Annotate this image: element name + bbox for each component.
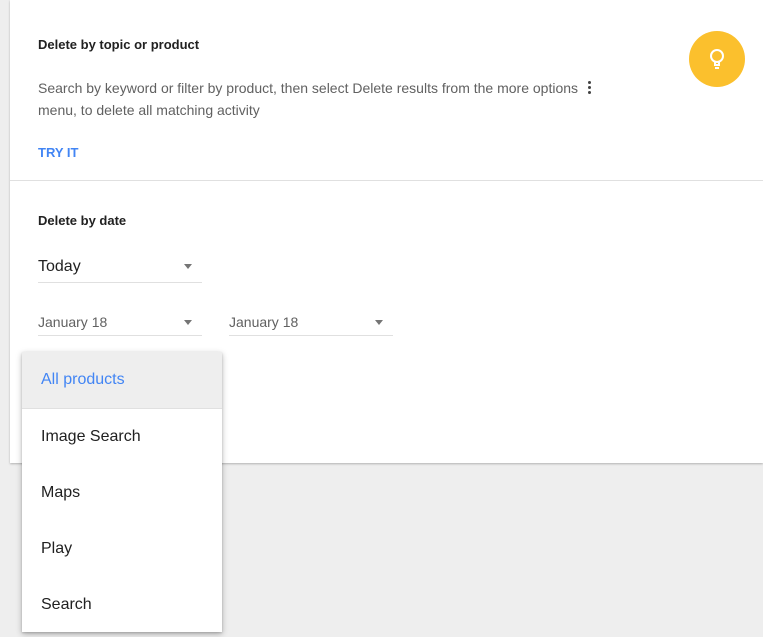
chevron-down-icon (184, 320, 192, 325)
chevron-down-icon (184, 264, 192, 269)
topic-section-description: Search by keyword or filter by product, … (38, 77, 638, 121)
menu-item-label: Search (41, 596, 92, 613)
section-divider (10, 180, 763, 181)
try-it-button[interactable]: TRY IT (38, 145, 78, 160)
lightbulb-icon (689, 31, 745, 87)
product-dropdown-menu: All products Image Search Maps Play Sear… (22, 352, 222, 632)
menu-item-search[interactable]: Search (22, 577, 222, 633)
end-date-select[interactable]: January 18 (229, 310, 393, 336)
description-text-part2: menu, to delete all matching activity (38, 102, 260, 118)
topic-section-title: Delete by topic or product (38, 37, 200, 52)
menu-item-play[interactable]: Play (22, 521, 222, 577)
date-range-value: Today (38, 258, 81, 275)
date-range-select[interactable]: Today (38, 252, 202, 283)
end-date-value: January 18 (229, 314, 299, 330)
date-section-title: Delete by date (38, 213, 127, 228)
menu-item-label: All products (41, 371, 125, 388)
menu-item-label: Maps (41, 484, 81, 501)
menu-item-maps[interactable]: Maps (22, 465, 222, 521)
menu-item-all-products[interactable]: All products (22, 352, 222, 409)
description-text-part1: Search by keyword or filter by product, … (38, 80, 579, 96)
menu-item-label: Play (41, 540, 73, 557)
more-options-icon (587, 81, 592, 95)
start-date-value: January 18 (38, 314, 108, 330)
menu-item-image-search[interactable]: Image Search (22, 409, 222, 465)
menu-item-label: Image Search (41, 428, 141, 445)
chevron-down-icon (375, 320, 383, 325)
start-date-select[interactable]: January 18 (38, 310, 202, 336)
